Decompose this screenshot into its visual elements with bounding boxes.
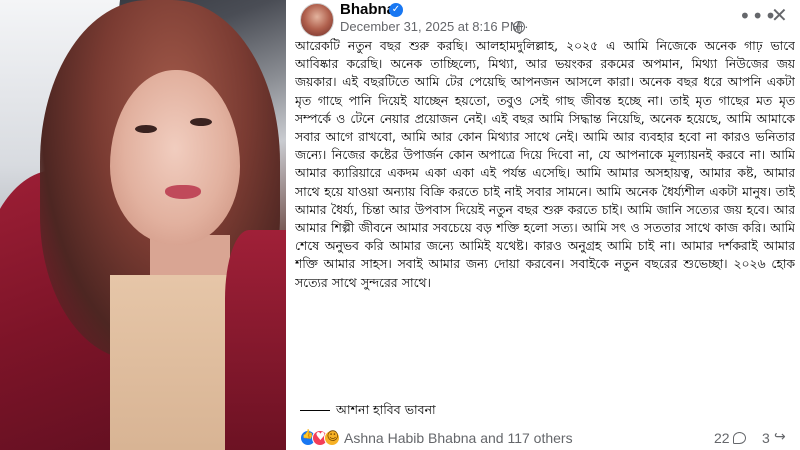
- post-date[interactable]: December 31, 2025 at 8:16 PM: [340, 19, 521, 34]
- comments-count[interactable]: 22: [714, 430, 730, 446]
- reactions-summary[interactable]: Ashna Habib Bhabna and 117 others: [344, 430, 573, 446]
- author-avatar[interactable]: [300, 3, 334, 37]
- share-icon[interactable]: ↪: [774, 429, 786, 445]
- lips: [165, 185, 201, 199]
- care-icon[interactable]: [324, 429, 340, 446]
- verified-badge-icon: ✓: [389, 3, 403, 17]
- post-body: আরেকটি নতুন বছর শুরু করছি। আলহামদুলিল্লা…: [295, 39, 795, 290]
- signature-text: আশনা হাবিব ভাবনা: [336, 402, 436, 417]
- right-eye: [190, 118, 212, 126]
- post-signature: আশনা হাবিব ভাবনা: [300, 402, 436, 422]
- author-name[interactable]: Bhabna: [340, 1, 395, 18]
- comment-icon[interactable]: [733, 432, 746, 444]
- profile-photo: [0, 0, 286, 450]
- reactions-bar: Ashna Habib Bhabna and 117 others 22 3 ↪: [286, 425, 800, 450]
- face: [110, 70, 240, 245]
- facebook-post: Bhabna ✓ December 31, 2025 at 8:16 PM · …: [286, 0, 800, 450]
- left-eye: [135, 125, 157, 133]
- post-meta: December 31, 2025 at 8:16 PM ·: [340, 19, 529, 34]
- red-shawl-right: [225, 230, 286, 450]
- globe-icon: [513, 21, 525, 34]
- signature-dash: [300, 410, 330, 411]
- close-icon[interactable]: ✕: [771, 3, 788, 27]
- shares-count[interactable]: 3: [762, 430, 770, 446]
